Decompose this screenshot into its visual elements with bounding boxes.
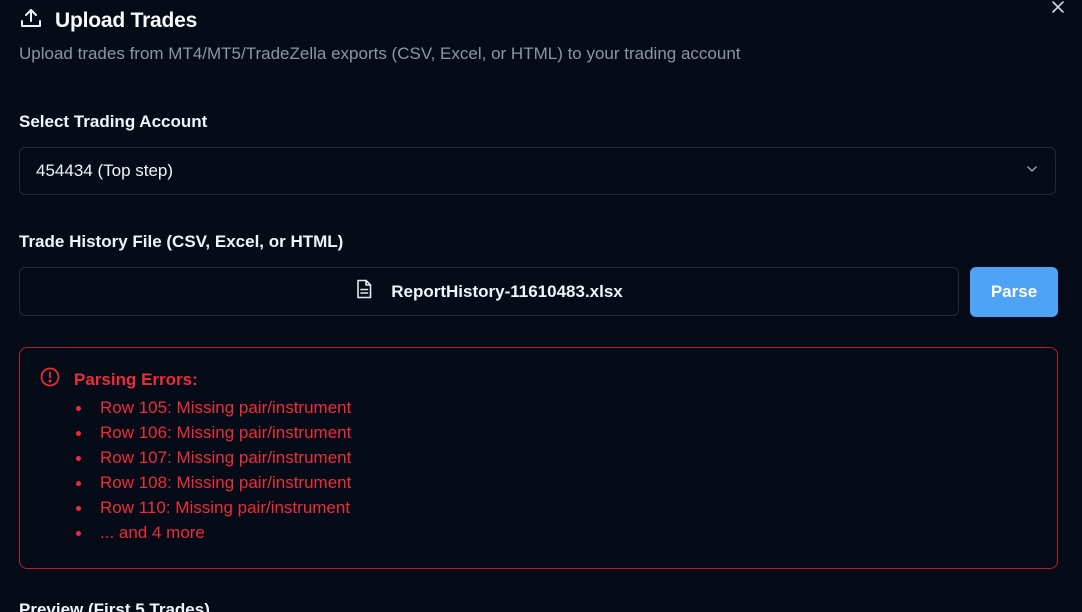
close-icon	[1051, 0, 1065, 19]
parsing-errors-alert: Parsing Errors: Row 105: Missing pair/in…	[19, 347, 1058, 569]
file-name: ReportHistory-11610483.xlsx	[391, 281, 623, 301]
preview-label: Preview (First 5 Trades)	[19, 600, 210, 612]
account-select[interactable]: 454434 (Top step)	[19, 147, 1056, 195]
dialog-title: Upload Trades	[55, 8, 198, 32]
list-item: Row 108: Missing pair/instrument	[75, 470, 351, 495]
list-item: Row 110: Missing pair/instrument	[75, 495, 351, 520]
dialog-header: Upload Trades	[19, 6, 197, 35]
account-select-value: 454434 (Top step)	[36, 161, 174, 180]
file-icon	[355, 279, 373, 304]
list-item: Row 105: Missing pair/instrument	[75, 395, 351, 420]
error-title: Parsing Errors:	[74, 369, 198, 389]
error-header: Parsing Errors:	[40, 367, 198, 392]
alert-circle-icon	[40, 367, 60, 392]
upload-trades-dialog: Upload Trades Upload trades from MT4/MT5…	[0, 0, 1082, 612]
file-label: Trade History File (CSV, Excel, or HTML)	[19, 232, 344, 251]
list-item: Row 107: Missing pair/instrument	[75, 445, 351, 470]
list-item: Row 106: Missing pair/instrument	[75, 420, 351, 445]
dialog-subtitle: Upload trades from MT4/MT5/TradeZella ex…	[19, 44, 741, 63]
account-label: Select Trading Account	[19, 112, 208, 131]
upload-icon	[19, 6, 43, 35]
parse-button[interactable]: Parse	[970, 267, 1058, 317]
error-list: Row 105: Missing pair/instrument Row 106…	[75, 395, 351, 545]
file-dropzone[interactable]: ReportHistory-11610483.xlsx	[19, 267, 959, 316]
chevron-down-icon	[1025, 162, 1039, 181]
list-item: ... and 4 more	[75, 520, 351, 545]
close-button[interactable]	[1050, 0, 1066, 18]
